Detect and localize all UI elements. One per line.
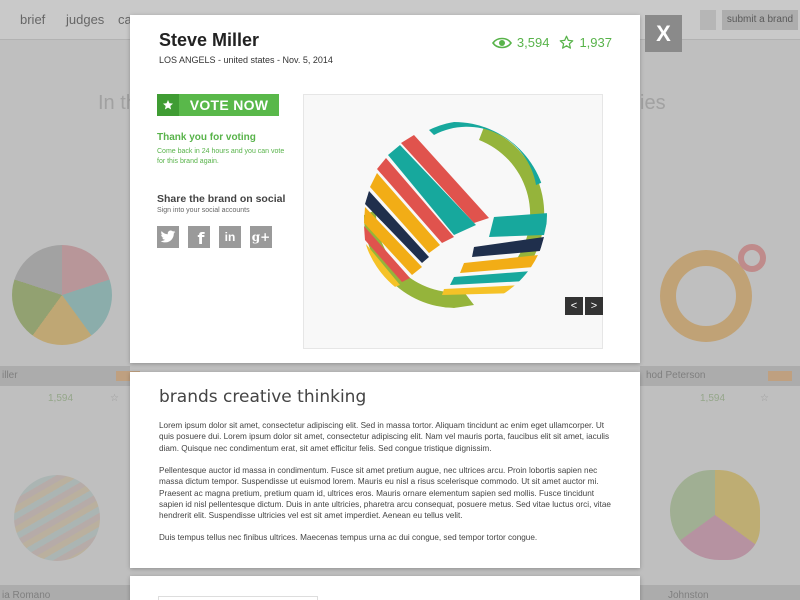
vote-now-label: VOTE NOW [189,97,269,113]
eye-icon [491,37,512,48]
gallery-prev-button[interactable]: < [565,297,583,315]
description-paragraph: Lorem ipsum dolor sit amet, consectetur … [159,421,610,453]
googleplus-share-button[interactable]: g+ [250,226,272,248]
artist-meta: LOS ANGELS - united states - Nov. 5, 201… [159,55,333,65]
favorites-stat: 1,937 [559,35,612,50]
description-paragraph: Duis tempus tellus nec finibus ultrices.… [159,533,538,542]
twitter-icon [160,230,176,243]
googleplus-icon: g+ [251,230,271,244]
facebook-icon: f [197,229,205,248]
thanks-text: Come back in 24 hours and you can vote f… [157,148,285,165]
favorites-count: 1,937 [579,35,612,50]
description-paragraph: Pellentesque auctor id massa in condimen… [159,466,611,521]
linkedin-icon: in [224,230,236,244]
artist-name: Steve Miller [159,30,260,50]
star-icon [163,100,173,110]
views-stat: 3,594 [491,35,550,50]
brand-description-panel: brands creative thinking Lorem ipsum dol… [130,372,640,568]
vote-now-button[interactable]: VOTE NOW [157,94,279,116]
input-field[interactable] [158,596,318,600]
brand-image-gallery: < > [303,94,603,349]
brand-detail-modal: Steve Miller LOS ANGELS - united states … [130,15,640,363]
linkedin-share-button[interactable]: in [219,226,241,248]
facebook-share-button[interactable]: f [188,226,210,248]
twitter-share-button[interactable] [157,226,179,248]
gallery-next-button[interactable]: > [585,297,603,315]
brand-logo-image [363,122,547,308]
thanks-title: Thank you for voting [157,132,256,143]
share-subtitle: Sign into your social accounts [157,207,250,214]
star-icon[interactable] [559,35,574,50]
close-modal-button[interactable]: X [645,15,682,52]
section-title: brands creative thinking [159,387,367,407]
vote-star-icon-box [157,94,179,116]
share-title: Share the brand on social [157,193,286,205]
next-panel [130,576,640,600]
brand-stats: 3,594 1,937 [491,35,612,50]
views-count: 3,594 [516,35,550,50]
